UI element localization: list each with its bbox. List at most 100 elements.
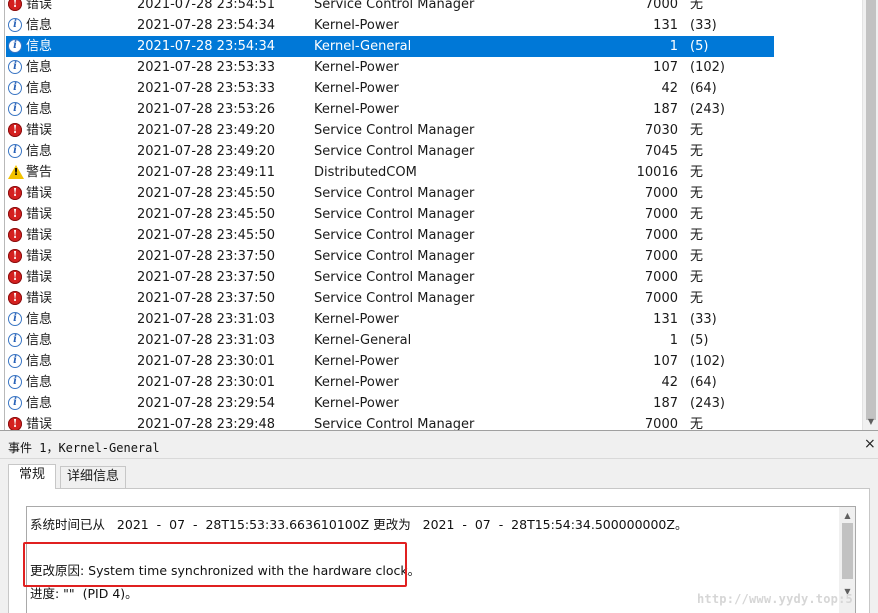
- level-icon-cell: !: [8, 225, 24, 246]
- event-source: Kernel-Power: [314, 102, 399, 117]
- event-category: 无: [690, 165, 704, 180]
- scroll-down-arrow-icon[interactable]: ▼: [863, 414, 878, 430]
- event-source: Service Control Manager: [314, 186, 475, 201]
- event-row[interactable]: i 信息 2021-07-28 23:53:33 Kernel-Power 107 (10…: [0, 57, 862, 78]
- event-date: 2021-07-28 23:54:34: [137, 18, 276, 33]
- level-icon-cell: !: [8, 288, 24, 309]
- event-level: 信息: [26, 354, 53, 369]
- event-row[interactable]: ! 错误 2021-07-28 23:37:50 Service Control Ma…: [0, 246, 862, 267]
- info-icon: i: [8, 39, 22, 53]
- event-row[interactable]: ! 警告 2021-07-28 23:49:11 DistributedCOM 1001…: [0, 162, 862, 183]
- event-row[interactable]: ! 错误 2021-07-28 23:54:51 Service Control Ma…: [0, 0, 862, 15]
- error-icon: !: [8, 249, 22, 263]
- event-row[interactable]: i 信息 2021-07-28 23:30:01 Kernel-Power 107 (10…: [0, 351, 862, 372]
- description-scrollbar-thumb[interactable]: [842, 523, 853, 579]
- event-row[interactable]: i 信息 2021-07-28 23:31:03 Kernel-General 1 (5): [0, 330, 862, 351]
- event-row[interactable]: i 信息 2021-07-28 23:53:26 Kernel-Power 187 (24…: [0, 99, 862, 120]
- error-icon: !: [8, 228, 22, 242]
- event-row[interactable]: i 信息 2021-07-28 23:31:03 Kernel-Power 131 (33…: [0, 309, 862, 330]
- description-line-time-change: 系统时间已从 2021 - 07 - 28T15:53:33.663610100…: [30, 517, 688, 532]
- level-icon-cell: i: [8, 393, 24, 414]
- event-source: Kernel-Power: [314, 354, 399, 369]
- event-row[interactable]: ! 错误 2021-07-28 23:45:50 Service Control Ma…: [0, 183, 862, 204]
- event-level: 错误: [26, 270, 53, 285]
- event-level: 错误: [26, 123, 53, 138]
- event-category: (64): [690, 81, 717, 96]
- event-list-scrollbar[interactable]: ▼: [862, 0, 878, 430]
- event-category: 无: [690, 0, 704, 12]
- scrollbar-thumb[interactable]: [866, 0, 876, 420]
- event-level: 信息: [26, 39, 53, 54]
- level-icon-cell: i: [8, 57, 24, 78]
- level-icon-cell: i: [8, 351, 24, 372]
- info-icon: i: [8, 60, 22, 74]
- tab-details[interactable]: 详细信息: [60, 466, 126, 488]
- event-id: 7000: [644, 249, 678, 264]
- info-icon: i: [8, 144, 22, 158]
- watermark: http://www.yydy.top:5: [697, 592, 853, 606]
- event-row[interactable]: ! 错误 2021-07-28 23:37:50 Service Control Ma…: [0, 267, 862, 288]
- event-row[interactable]: ! 错误 2021-07-28 23:45:50 Service Control Ma…: [0, 204, 862, 225]
- event-id: 7045: [644, 144, 678, 159]
- event-category: (5): [690, 333, 709, 348]
- event-level: 错误: [26, 249, 53, 264]
- event-id: 42: [661, 81, 678, 96]
- event-category: (102): [690, 354, 725, 369]
- event-date: 2021-07-28 23:31:03: [137, 333, 276, 348]
- event-category: 无: [690, 270, 704, 285]
- event-category: 无: [690, 144, 704, 159]
- event-source: Kernel-Power: [314, 396, 399, 411]
- info-icon: i: [8, 375, 22, 389]
- event-level: 错误: [26, 0, 53, 12]
- level-icon-cell: !: [8, 246, 24, 267]
- warning-icon: !: [8, 165, 24, 179]
- level-icon-cell: i: [8, 330, 24, 351]
- event-date: 2021-07-28 23:49:20: [137, 144, 276, 159]
- event-category: (5): [690, 39, 709, 54]
- event-row[interactable]: i 信息 2021-07-28 23:54:34 Kernel-Power 131 (33…: [0, 15, 862, 36]
- level-icon-cell: !: [8, 162, 24, 183]
- close-icon[interactable]: ×: [864, 436, 876, 452]
- scroll-up-arrow-icon[interactable]: ▲: [839, 509, 855, 523]
- level-icon-cell: !: [8, 0, 24, 15]
- event-row[interactable]: i 信息 2021-07-28 23:49:20 Service Control Ma…: [0, 141, 862, 162]
- event-row[interactable]: ! 错误 2021-07-28 23:37:50 Service Control Ma…: [0, 288, 862, 309]
- event-date: 2021-07-28 23:30:01: [137, 354, 276, 369]
- event-date: 2021-07-28 23:45:50: [137, 186, 276, 201]
- event-level: 错误: [26, 207, 53, 222]
- event-category: 无: [690, 123, 704, 138]
- info-icon: i: [8, 102, 22, 116]
- event-row[interactable]: ! 错误 2021-07-28 23:29:48 Service Control Ma…: [0, 414, 862, 430]
- event-source: Kernel-Power: [314, 81, 399, 96]
- event-date: 2021-07-28 23:54:34: [137, 39, 276, 54]
- event-date: 2021-07-28 23:37:50: [137, 270, 276, 285]
- tab-general[interactable]: 常规: [8, 464, 56, 489]
- event-category: (102): [690, 60, 725, 75]
- event-source: Kernel-Power: [314, 375, 399, 390]
- event-source: Service Control Manager: [314, 144, 475, 159]
- event-id: 42: [661, 375, 678, 390]
- event-row[interactable]: i 信息 2021-07-28 23:54:34 Kernel-General 1 (5): [0, 36, 862, 57]
- event-row[interactable]: i 信息 2021-07-28 23:29:54 Kernel-Power 187 (24…: [0, 393, 862, 414]
- info-icon: i: [8, 81, 22, 95]
- event-category: 无: [690, 249, 704, 264]
- error-icon: !: [8, 270, 22, 284]
- event-row[interactable]: i 信息 2021-07-28 23:30:01 Kernel-Power 42 (64): [0, 372, 862, 393]
- event-id: 7000: [644, 270, 678, 285]
- event-level: 信息: [26, 396, 53, 411]
- level-icon-cell: !: [8, 120, 24, 141]
- event-level: 信息: [26, 312, 53, 327]
- event-category: 无: [690, 417, 704, 430]
- event-row[interactable]: i 信息 2021-07-28 23:53:33 Kernel-Power 42 (64): [0, 78, 862, 99]
- level-icon-cell: i: [8, 78, 24, 99]
- level-icon-cell: i: [8, 36, 24, 57]
- level-icon-cell: i: [8, 99, 24, 120]
- event-row[interactable]: ! 错误 2021-07-28 23:49:20 Service Control Ma…: [0, 120, 862, 141]
- event-level: 错误: [26, 186, 53, 201]
- event-level: 信息: [26, 102, 53, 117]
- event-source: DistributedCOM: [314, 165, 417, 180]
- event-row[interactable]: ! 错误 2021-07-28 23:45:50 Service Control Ma…: [0, 225, 862, 246]
- event-date: 2021-07-28 23:30:01: [137, 375, 276, 390]
- info-icon: i: [8, 312, 22, 326]
- event-date: 2021-07-28 23:37:50: [137, 249, 276, 264]
